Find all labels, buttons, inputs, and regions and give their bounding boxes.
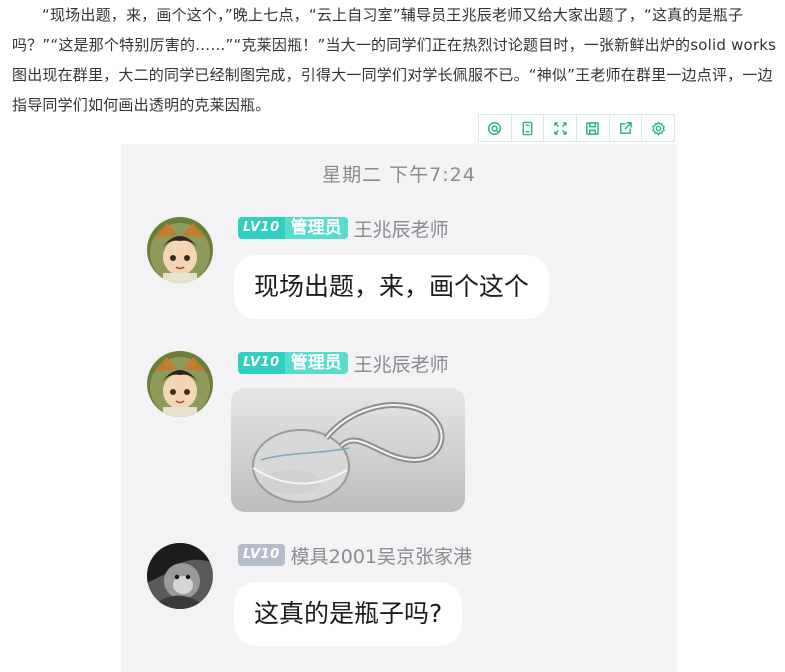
chat-timestamp: 星期二 下午7:24: [322, 164, 476, 186]
cartoon-avatar-icon: [147, 217, 213, 283]
admin-badge: 管理员: [284, 352, 348, 374]
sender-meta: LV10 管理员 王兆辰老师: [238, 216, 449, 241]
monkey-avatar-icon: [147, 543, 213, 609]
save-icon: [586, 121, 600, 135]
copy-tool-button[interactable]: [512, 115, 545, 141]
klein-bottle-image[interactable]: [231, 388, 465, 512]
message-bubble[interactable]: 现场出题，来，画个这个: [234, 255, 550, 319]
sender-name: 王兆辰老师: [353, 218, 449, 241]
teacher-avatar[interactable]: [147, 351, 213, 417]
share-icon: [620, 121, 632, 134]
article-paragraph: “现场出题，来，画个这个，”晚上七点，“云上自习室”辅导员王兆辰老师又给大家出题…: [12, 6, 777, 114]
level-badge: LV10: [238, 544, 285, 566]
search-tool-button[interactable]: [479, 115, 512, 141]
settings-icon: [651, 120, 665, 136]
admin-badge: 管理员: [284, 217, 348, 239]
sender-meta: LV10 模具2001吴京张家港: [238, 543, 473, 568]
share-tool-button[interactable]: [610, 115, 643, 141]
level-badge: LV10: [238, 217, 285, 239]
sender-meta: LV10 管理员 王兆辰老师: [238, 351, 449, 376]
fullscreen-tool-button[interactable]: [544, 115, 578, 141]
save-tool-button[interactable]: [577, 115, 610, 141]
chat-screenshot: 星期二 下午7:24 LV10 管理员 王兆辰老师 现场出题，来，画个这个 LV…: [121, 144, 677, 672]
klein-bottle-render-icon: [231, 388, 465, 512]
member-avatar[interactable]: [147, 543, 213, 609]
level-badge: LV10: [238, 352, 285, 374]
image-toolbar: [478, 114, 675, 142]
cartoon-avatar-icon: [147, 351, 213, 417]
settings-tool-button[interactable]: [642, 115, 674, 141]
fullscreen-icon: [553, 121, 567, 135]
teacher-avatar[interactable]: [147, 217, 213, 283]
message-bubble[interactable]: 这真的是瓶子吗?: [234, 582, 463, 646]
search-circle-icon: [488, 121, 502, 135]
copy-icon: [522, 121, 533, 135]
sender-name: 模具2001吴京张家港: [290, 545, 473, 568]
sender-name: 王兆辰老师: [353, 353, 449, 376]
